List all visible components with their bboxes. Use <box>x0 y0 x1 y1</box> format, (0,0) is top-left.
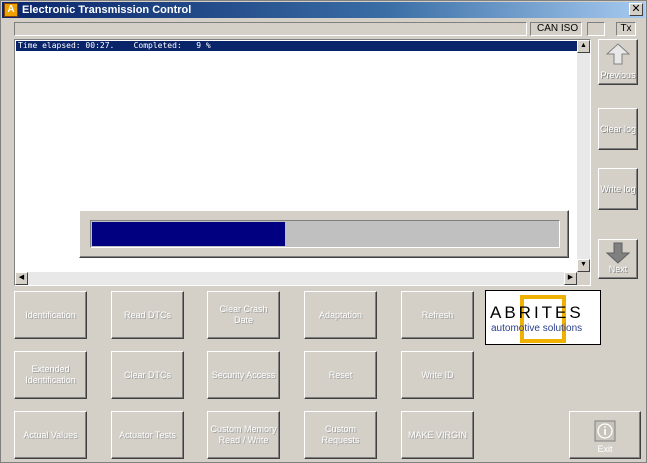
clear-log-button[interactable]: Clear log <box>598 108 638 150</box>
scroll-down-icon[interactable]: ▼ <box>577 259 590 272</box>
clear-crash-date-button[interactable]: Clear Crash Date <box>207 291 280 339</box>
extended-identification-button[interactable]: Extended Identification <box>14 351 87 399</box>
actuator-tests-button[interactable]: Actuator Tests <box>111 411 184 459</box>
security-access-button[interactable]: Security Access <box>207 351 280 399</box>
abrites-logo: ABRITES automotive solutions <box>485 290 601 345</box>
main-window: A Electronic Transmission Control ✕ CAN … <box>0 0 647 463</box>
actual-values-button[interactable]: Actual Values <box>14 411 87 459</box>
write-log-button[interactable]: Write log <box>598 168 638 210</box>
tx-indicator: Tx <box>616 22 636 36</box>
custom-memory-button[interactable]: Custom Memory Read / Write <box>207 411 280 459</box>
log-line: Time elapsed: 00:27. Completed: 9 % <box>16 41 577 51</box>
make-virgin-button[interactable]: MAKE VIRGIN <box>401 411 474 459</box>
progress-bar <box>90 220 560 248</box>
logo-word: ABRITES <box>490 303 584 322</box>
previous-button[interactable]: Previous <box>598 39 638 85</box>
scroll-up-icon[interactable]: ▲ <box>577 40 590 53</box>
identification-button[interactable]: Identification <box>14 291 87 339</box>
arrow-up-icon <box>606 43 630 65</box>
exit-button[interactable]: Exit <box>569 411 641 459</box>
next-label: Next <box>608 264 628 274</box>
custom-requests-button[interactable]: Custom Requests <box>304 411 377 459</box>
progress-panel <box>79 210 569 258</box>
next-button[interactable]: Next <box>598 239 638 279</box>
clear-dtcs-button[interactable]: Clear DTCs <box>111 351 184 399</box>
write-log-label: Write log <box>600 184 636 194</box>
scroll-left-icon[interactable]: ◀ <box>15 272 28 285</box>
horizontal-scrollbar[interactable]: ◀ ▶ <box>15 272 577 285</box>
status-field <box>14 22 527 36</box>
previous-label: Previous <box>600 70 636 80</box>
title-bar[interactable]: A Electronic Transmission Control ✕ <box>2 2 645 18</box>
status-indicator <box>587 22 605 36</box>
exit-label: Exit <box>597 444 613 454</box>
close-button[interactable]: ✕ <box>629 3 643 16</box>
app-icon: A <box>4 3 18 17</box>
info-icon <box>594 420 616 442</box>
scroll-corner <box>577 272 590 285</box>
logo-tagline: automotive solutions <box>491 323 583 334</box>
arrow-down-icon <box>606 242 630 264</box>
refresh-button[interactable]: Refresh <box>401 291 474 339</box>
adaptation-button[interactable]: Adaptation <box>304 291 377 339</box>
clear-log-label: Clear log <box>599 124 637 134</box>
reset-button[interactable]: Reset <box>304 351 377 399</box>
write-id-button[interactable]: Write ID <box>401 351 474 399</box>
progress-fill <box>92 222 285 246</box>
vertical-scrollbar[interactable]: ▲ ▼ <box>577 40 590 272</box>
window-title: Electronic Transmission Control <box>22 4 192 16</box>
read-dtcs-button[interactable]: Read DTCs <box>111 291 184 339</box>
scroll-right-icon[interactable]: ▶ <box>564 272 577 285</box>
protocol-indicator: CAN ISO <box>530 22 582 36</box>
